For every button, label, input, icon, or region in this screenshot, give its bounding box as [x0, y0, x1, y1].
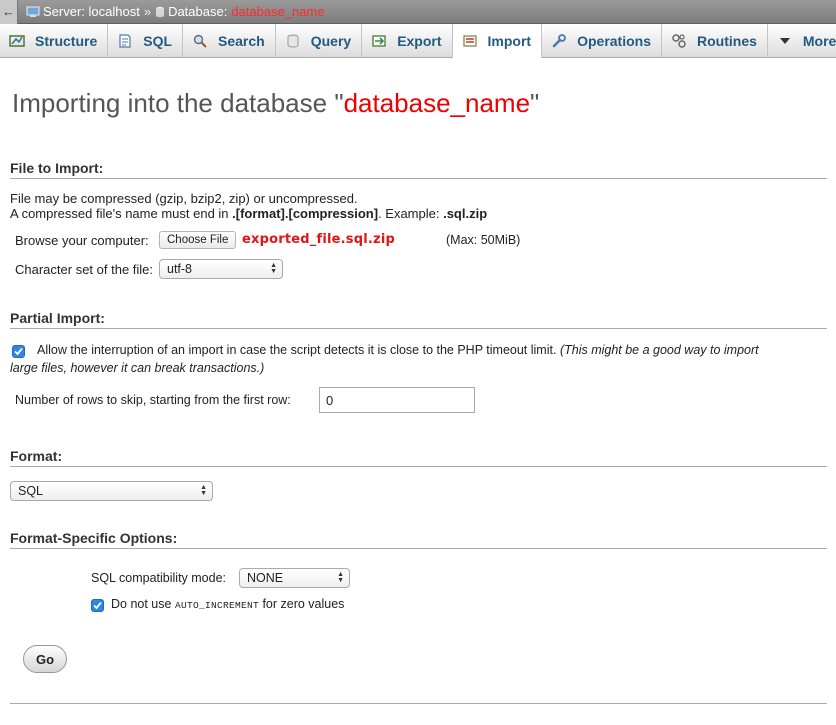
- tab-import[interactable]: Import: [452, 24, 543, 58]
- partial-import-heading: Partial Import:: [10, 310, 827, 329]
- tab-sql-label: SQL: [143, 33, 173, 49]
- go-button[interactable]: Go: [23, 645, 67, 673]
- breadcrumb-server-label: Server: localhost: [43, 4, 140, 19]
- breadcrumb-database[interactable]: Database: database_name: [155, 4, 325, 19]
- selected-file-name: exported_file.sql.zip: [242, 232, 395, 247]
- server-icon: [26, 6, 40, 17]
- page-title-suffix: ": [530, 88, 540, 118]
- allow-interrupt-checkbox[interactable]: [12, 345, 25, 358]
- breadcrumb-database-name: database_name: [231, 4, 325, 19]
- no-auto-increment-label: Do not use AUTO_INCREMENT for zero value…: [111, 597, 344, 611]
- tab-import-label: Import: [487, 32, 532, 49]
- sql-compat-select[interactable]: NONE ▲ ▼: [239, 568, 350, 588]
- skip-rows-label: Number of rows to skip, starting from th…: [15, 393, 291, 407]
- max-size-label: (Max: 50MiB): [446, 233, 521, 247]
- tab-structure[interactable]: Structure: [0, 24, 109, 58]
- charset-label: Character set of the file:: [15, 262, 154, 277]
- compression-info-line1: File may be compressed (gzip, bzip2, zip…: [10, 191, 358, 206]
- format-select-value: SQL: [18, 484, 44, 498]
- select-arrows-icon: ▲ ▼: [200, 484, 207, 497]
- select-arrows-icon: ▲ ▼: [270, 262, 277, 275]
- tab-search-label: Search: [218, 33, 265, 49]
- routines-icon: [670, 32, 688, 50]
- allow-interrupt-note-1: (This might be a good way to import: [559, 343, 759, 357]
- allow-interrupt-main-text: Allow the interruption of an import in c…: [37, 343, 557, 357]
- page-title-db: database_name: [343, 88, 531, 118]
- breadcrumb-database-label: Database:: [168, 4, 228, 19]
- format-options-heading: Format-Specific Options:: [10, 530, 827, 549]
- compression-info-mid: . Example:: [378, 206, 444, 221]
- tab-bar: Structure SQL Search Query Export Import: [0, 24, 836, 58]
- structure-icon: [8, 32, 26, 50]
- tab-routines[interactable]: Routines: [662, 24, 768, 58]
- breadcrumb-bar: ← Server: localhost » Database: database…: [0, 0, 836, 24]
- no-auto-inc-prefix: Do not use: [111, 597, 172, 611]
- format-select[interactable]: SQL ▲ ▼: [10, 481, 213, 501]
- tab-more-label: More: [802, 33, 836, 49]
- search-icon: [191, 32, 209, 50]
- allow-interrupt-text: Allow the interruption of an import in c…: [37, 343, 759, 357]
- page-title-prefix: Importing into the database ": [12, 88, 344, 118]
- compression-info-prefix: A compressed file's name must end in: [10, 206, 233, 221]
- allow-interrupt-text-line2: large files, however it can break transa…: [10, 361, 264, 375]
- no-auto-inc-suffix: for zero values: [262, 597, 345, 611]
- page-title: Importing into the database "database_na…: [12, 88, 539, 119]
- export-icon: [370, 32, 388, 50]
- tab-sql[interactable]: SQL: [108, 24, 184, 58]
- charset-select-value: utf-8: [167, 262, 193, 276]
- charset-select[interactable]: utf-8 ▲ ▼: [159, 259, 283, 279]
- skip-rows-value: 0: [326, 392, 334, 408]
- choose-file-button[interactable]: Choose File: [159, 231, 237, 249]
- bottom-divider: [10, 703, 827, 704]
- auto-increment-code: AUTO_INCREMENT: [174, 600, 259, 611]
- chevron-down-icon: [776, 32, 794, 50]
- compression-info-line2: A compressed file's name must end in .[f…: [10, 206, 487, 221]
- tab-query[interactable]: Query: [276, 24, 363, 58]
- tab-more[interactable]: More: [768, 24, 836, 58]
- no-auto-increment-checkbox[interactable]: [91, 599, 104, 612]
- format-heading: Format:: [10, 448, 827, 467]
- back-arrow-icon[interactable]: ←: [0, 0, 18, 24]
- checkmark-icon: [14, 347, 23, 356]
- tab-operations-label: Operations: [577, 33, 651, 49]
- tab-operations[interactable]: Operations: [542, 24, 662, 58]
- tab-structure-label: Structure: [35, 33, 98, 49]
- tab-export[interactable]: Export: [362, 24, 453, 58]
- query-icon: [284, 32, 302, 50]
- select-arrows-icon: ▲ ▼: [337, 571, 344, 584]
- wrench-icon: [550, 32, 568, 50]
- tab-search[interactable]: Search: [183, 24, 276, 58]
- browse-label: Browse your computer:: [15, 233, 149, 248]
- allow-interrupt-note-2: large files, however it can break transa…: [10, 361, 265, 375]
- tab-query-label: Query: [310, 33, 352, 49]
- file-import-heading: File to Import:: [10, 160, 827, 179]
- breadcrumb-separator: »: [143, 4, 152, 19]
- sql-compat-value: NONE: [247, 571, 284, 585]
- compression-format-pattern: .[format].[compression]: [232, 206, 379, 221]
- checkmark-icon: [93, 601, 102, 610]
- sql-compat-label: SQL compatibility mode:: [91, 571, 227, 585]
- compression-example: .sql.zip: [443, 206, 488, 221]
- tab-export-label: Export: [397, 33, 442, 49]
- tab-routines-label: Routines: [697, 33, 757, 49]
- breadcrumb-server[interactable]: Server: localhost: [26, 4, 140, 19]
- database-icon: [156, 6, 165, 17]
- sql-icon: [116, 32, 134, 50]
- import-icon: [461, 32, 479, 50]
- skip-rows-input[interactable]: 0: [319, 387, 475, 413]
